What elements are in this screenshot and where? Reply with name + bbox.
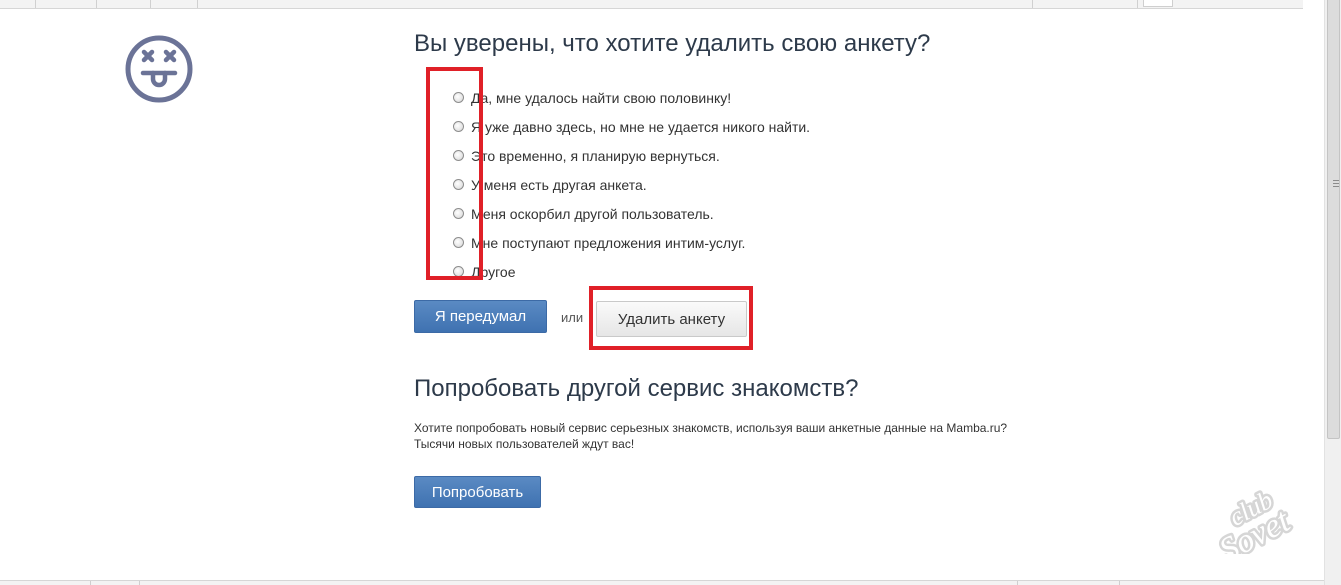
- cancel-button[interactable]: Я передумал: [414, 300, 547, 333]
- reason-label: Это временно, я планирую вернуться.: [471, 147, 720, 164]
- reason-option[interactable]: Мне поступают предложения интим-услуг.: [453, 228, 810, 257]
- toolbar-divider: [96, 0, 97, 8]
- reason-option[interactable]: У меня есть другая анкета.: [453, 170, 810, 199]
- reason-option[interactable]: Меня оскорбил другой пользователь.: [453, 199, 810, 228]
- delete-profile-button[interactable]: Удалить анкету: [596, 301, 747, 337]
- toolbar-divider: [197, 0, 198, 8]
- toolbar-divider: [139, 581, 140, 585]
- reason-label: Мне поступают предложения интим-услуг.: [471, 234, 746, 251]
- top-toolbar-strip: [0, 0, 1303, 9]
- grip-line: [1333, 180, 1339, 181]
- reason-label: У меня есть другая анкета.: [471, 176, 647, 193]
- try-button[interactable]: Попробовать: [414, 476, 541, 508]
- radio-highlight-frame: [426, 67, 483, 280]
- dizzy-face-icon: [125, 35, 193, 103]
- toolbar-field[interactable]: [1143, 0, 1173, 7]
- reason-option[interactable]: Это временно, я планирую вернуться.: [453, 141, 810, 170]
- description-line: Тысячи новых пользователей ждут вас!: [414, 437, 635, 451]
- bottom-toolbar-strip: [0, 580, 1325, 585]
- watermark-logo: club club Sovet Sovet: [1211, 483, 1300, 554]
- scrollbar-thumb[interactable]: [1327, 0, 1340, 439]
- toolbar-divider: [35, 0, 36, 8]
- reason-label: Я уже давно здесь, но мне не удается ник…: [471, 118, 811, 135]
- page: Вы уверены, что хотите удалить свою анке…: [0, 0, 1341, 585]
- reason-option[interactable]: Да, мне удалось найти свою половинку!: [453, 83, 810, 112]
- grip-line: [1333, 183, 1339, 184]
- other-service-title: Попробовать другой сервис знакомств?: [414, 375, 859, 402]
- toolbar-divider: [1119, 581, 1120, 585]
- reason-option[interactable]: Я уже давно здесь, но мне не удается ник…: [453, 112, 810, 141]
- description-line: Хотите попробовать новый сервис серьезны…: [414, 421, 1008, 435]
- toolbar-divider: [150, 0, 151, 8]
- reason-label: Да, мне удалось найти свою половинку!: [471, 89, 732, 106]
- toolbar-divider: [90, 581, 91, 585]
- toolbar-divider: [1032, 0, 1033, 8]
- page-title: Вы уверены, что хотите удалить свою анке…: [414, 30, 931, 57]
- toolbar-divider: [1017, 581, 1018, 585]
- toolbar-divider: [1137, 0, 1138, 8]
- vertical-scrollbar[interactable]: [1324, 0, 1341, 585]
- reason-list: Да, мне удалось найти свою половинку! Я …: [453, 83, 810, 286]
- grip-line: [1333, 186, 1339, 187]
- reason-label: Меня оскорбил другой пользователь.: [471, 205, 714, 222]
- other-service-description: Хотите попробовать новый сервис серьезны…: [414, 420, 1007, 452]
- reason-option[interactable]: Другое: [453, 257, 810, 286]
- or-separator: или: [561, 310, 584, 325]
